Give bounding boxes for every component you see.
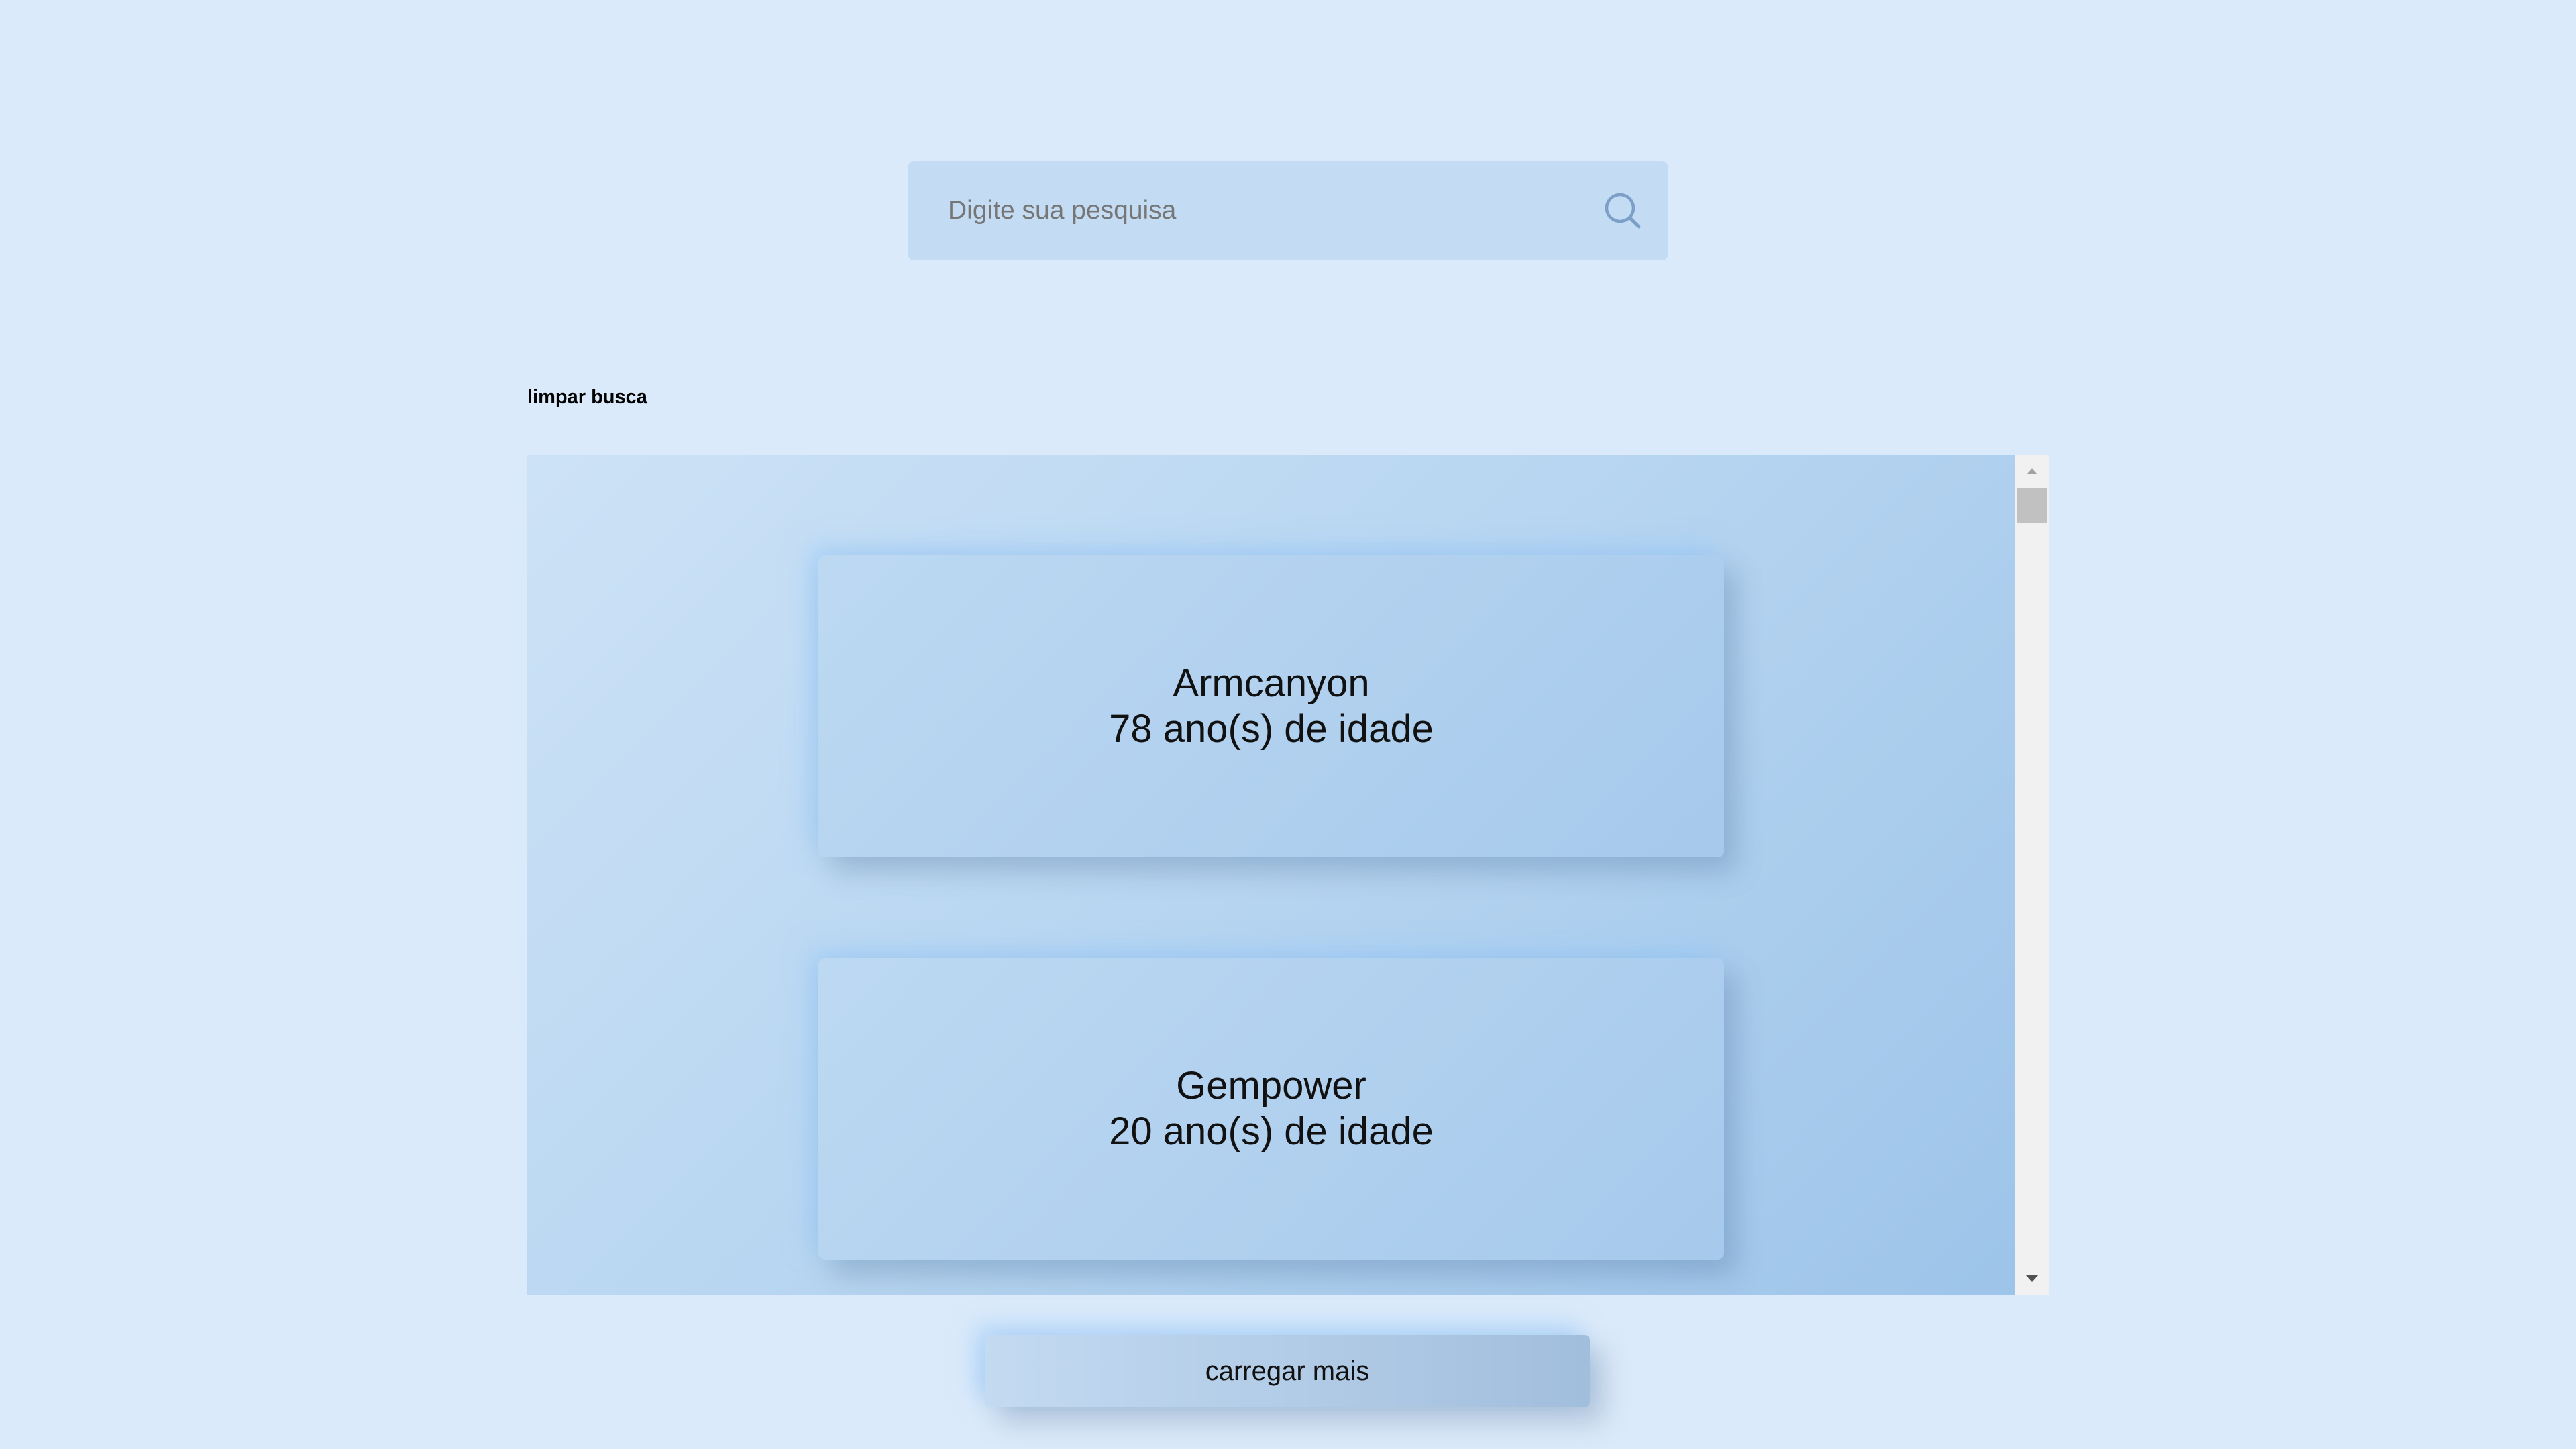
results-list[interactable]: Armcanyon 78 ano(s) de idade Gempower 20… bbox=[527, 455, 2015, 1295]
vertical-scrollbar[interactable] bbox=[2015, 455, 2049, 1295]
result-age: 78 ano(s) de idade bbox=[1109, 707, 1434, 751]
scroll-down-arrow-icon[interactable] bbox=[2015, 1261, 2049, 1295]
search-input[interactable] bbox=[908, 161, 1668, 260]
result-name: Gempower bbox=[1176, 1064, 1366, 1108]
search-icon[interactable] bbox=[1603, 191, 1643, 231]
result-card[interactable]: Armcanyon 78 ano(s) de idade bbox=[818, 555, 1724, 857]
results-list-frame: Armcanyon 78 ano(s) de idade Gempower 20… bbox=[527, 455, 2049, 1295]
search-box bbox=[908, 161, 1668, 260]
result-card[interactable]: Gempower 20 ano(s) de idade bbox=[818, 958, 1724, 1260]
clear-search-link[interactable]: limpar busca bbox=[527, 386, 647, 409]
scroll-up-arrow-icon[interactable] bbox=[2015, 455, 2049, 488]
scrollbar-thumb[interactable] bbox=[2017, 488, 2047, 523]
result-age: 20 ano(s) de idade bbox=[1109, 1110, 1434, 1153]
load-more-button[interactable]: carregar mais bbox=[985, 1335, 1590, 1407]
result-name: Armcanyon bbox=[1173, 661, 1370, 705]
